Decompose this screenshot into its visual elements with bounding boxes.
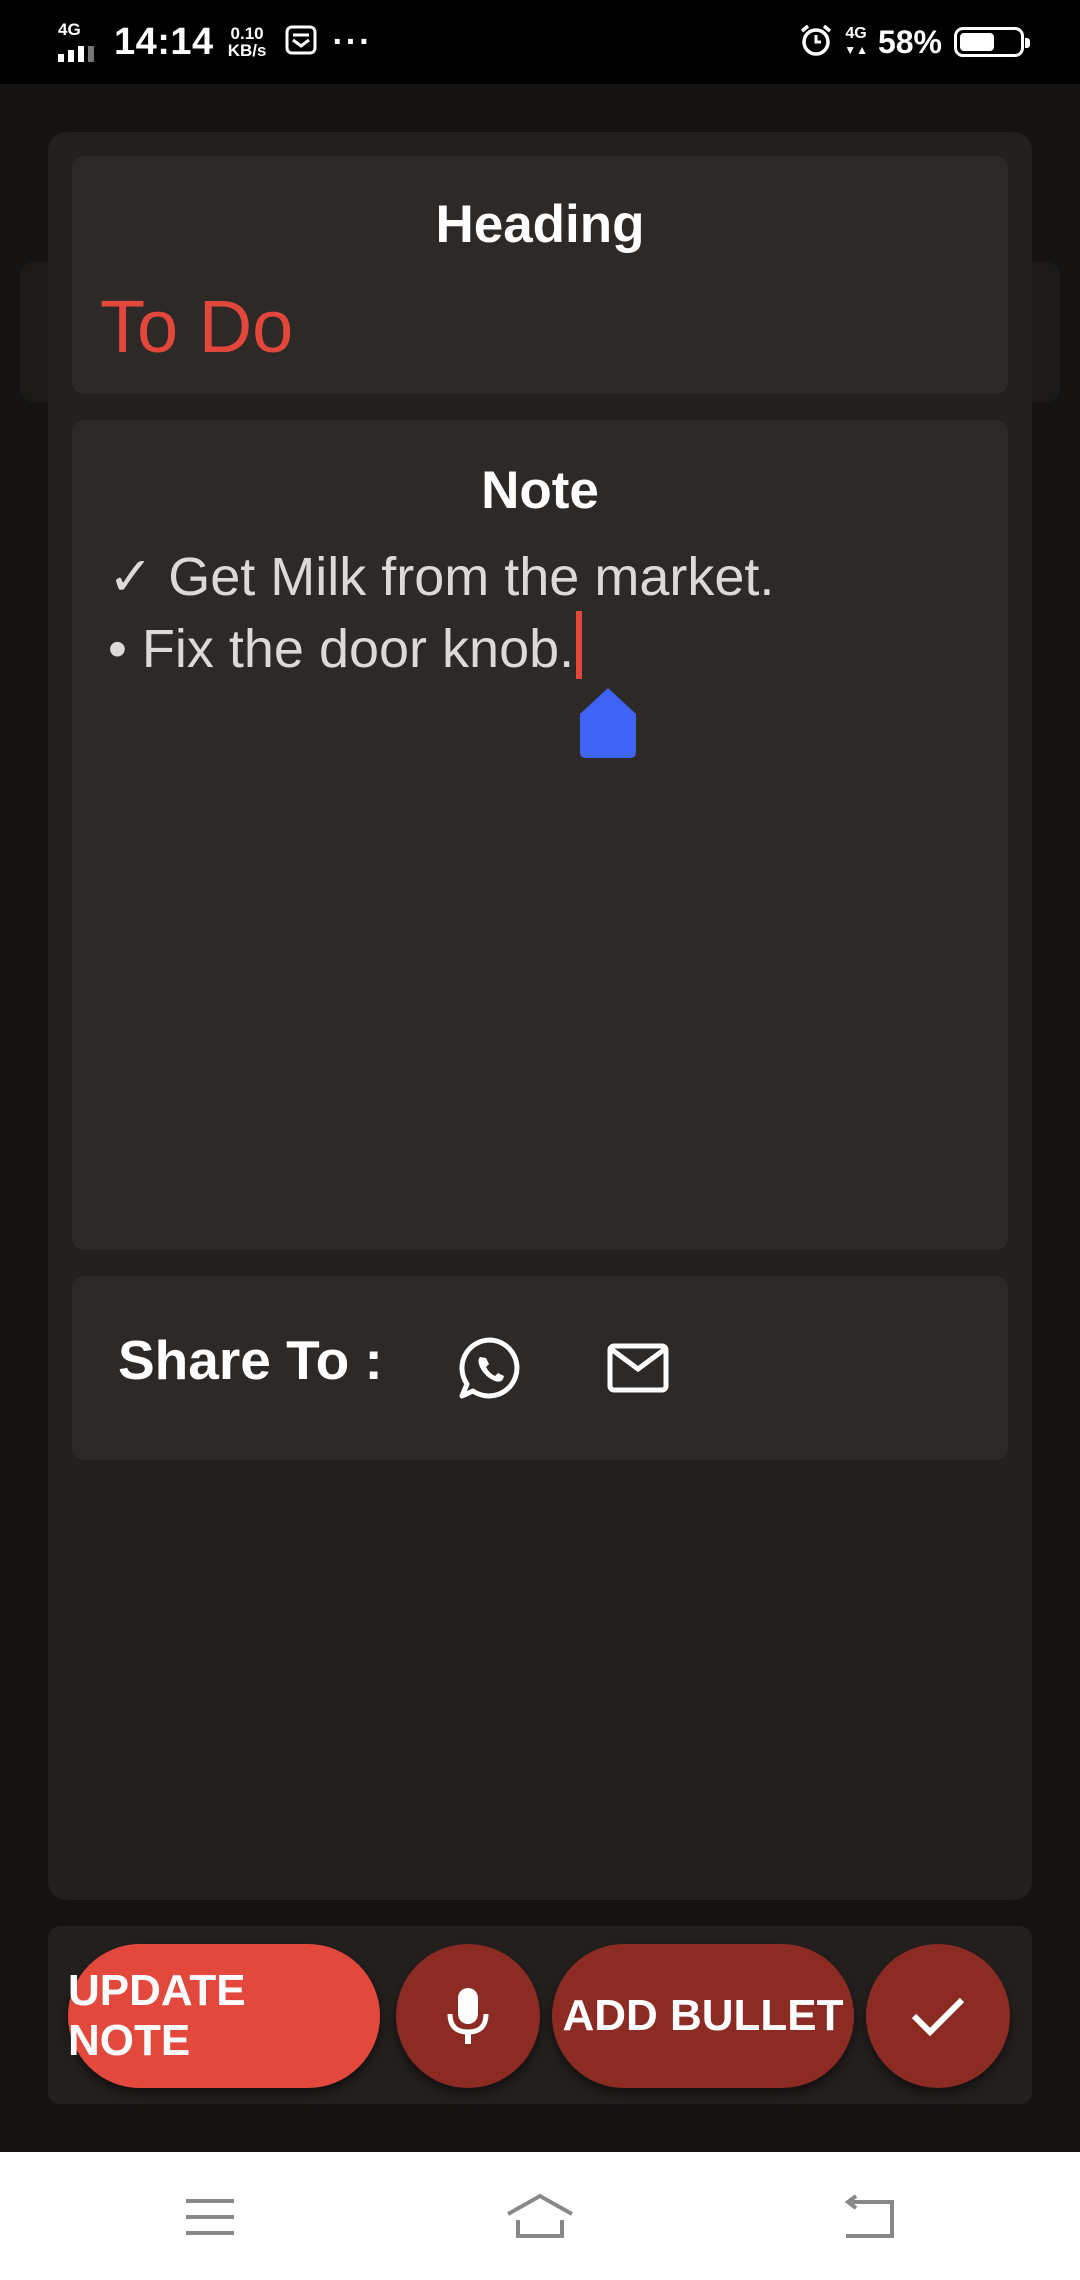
menu-icon <box>186 2199 234 2235</box>
microphone-icon <box>447 1988 489 2044</box>
recent-apps-button[interactable] <box>170 2182 250 2252</box>
home-button[interactable] <box>500 2182 580 2252</box>
whatsapp-share-button[interactable] <box>452 1330 528 1406</box>
back-button[interactable] <box>828 2182 908 2252</box>
heading-card: Heading To Do <box>72 156 1008 394</box>
voice-input-button[interactable] <box>396 1944 540 2088</box>
action-bar: UPDATE NOTE ADD BULLET <box>48 1926 1032 2104</box>
speed-value: 0.10 <box>230 24 264 43</box>
speed-unit: KB/s <box>227 41 267 60</box>
battery-percent: 58% <box>877 23 942 60</box>
status-bar: 4G 14:14 0.10 KB/s ··· 4G ▼▲ 58% <box>0 0 1080 84</box>
overflow-indicator: ··· <box>332 23 373 61</box>
cursor-handle[interactable] <box>580 688 636 758</box>
done-button[interactable] <box>866 1944 1010 2088</box>
signal-icon: 4G <box>56 20 102 64</box>
whatsapp-icon <box>459 1337 520 1399</box>
alarm-icon <box>798 22 834 63</box>
note-title: Note <box>481 461 599 520</box>
note-card[interactable]: Note ✓ Get Milk from the market. • Fix t… <box>72 420 1008 1250</box>
text-cursor <box>576 611 583 679</box>
share-card: Share To : <box>72 1276 1008 1460</box>
clock: 14:14 <box>114 20 214 63</box>
note-line-text: • Fix the door knob. <box>108 619 575 679</box>
note-line: • Fix the door knob. <box>108 611 774 683</box>
email-share-button[interactable] <box>600 1330 676 1406</box>
share-label: Share To : <box>118 1329 383 1391</box>
right-network-type: 4G <box>845 25 867 42</box>
note-line-text: ✓ Get Milk from the market. <box>108 547 775 607</box>
system-navigation-bar <box>0 2152 1080 2280</box>
back-icon <box>844 2194 894 2238</box>
battery-icon <box>954 27 1030 57</box>
note-line: ✓ Get Milk from the market. <box>108 544 774 611</box>
checkmark-icon <box>911 1997 965 2037</box>
email-icon <box>607 1343 669 1393</box>
heading-input[interactable]: To Do <box>100 284 293 369</box>
network-type: 4G <box>58 20 81 39</box>
add-bullet-button[interactable]: ADD BULLET <box>552 1944 854 2088</box>
mobile-data-indicator: 4G ▼▲ <box>844 25 868 58</box>
network-speed: 0.10 KB/s <box>228 25 267 59</box>
note-input[interactable]: ✓ Get Milk from the market. • Fix the do… <box>108 544 774 683</box>
message-icon <box>284 23 318 62</box>
home-icon <box>507 2193 573 2238</box>
edit-note-dialog: Heading To Do Note ✓ Get Milk from the m… <box>48 132 1032 1900</box>
battery-fill <box>960 33 994 51</box>
update-note-button[interactable]: UPDATE NOTE <box>68 1944 380 2088</box>
heading-title: Heading <box>435 195 645 254</box>
